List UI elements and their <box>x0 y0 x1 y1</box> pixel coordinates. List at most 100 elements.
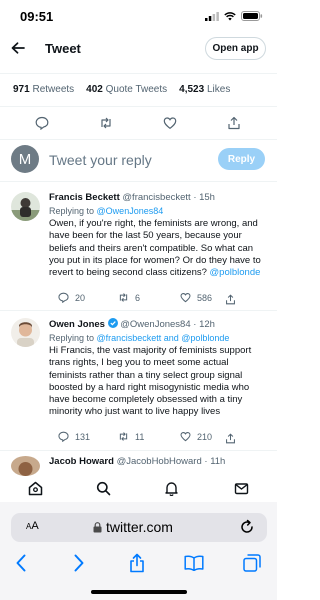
reload-icon[interactable] <box>239 519 255 535</box>
likes-count: 4,523 <box>179 84 205 95</box>
divider <box>0 450 277 451</box>
reply-action[interactable]: 131 <box>58 431 90 442</box>
author-name[interactable]: Owen Jones <box>49 319 105 330</box>
twitter-tab-bar <box>0 476 277 502</box>
replying-to-link[interactable]: @OwenJones84 <box>97 206 164 216</box>
likes-stat[interactable]: 4,523 Likes <box>179 84 230 95</box>
retweet-count: 11 <box>135 431 145 442</box>
share-icon <box>226 294 235 305</box>
tab-search[interactable] <box>95 480 111 496</box>
heart-icon <box>163 117 177 130</box>
reply-tweet[interactable]: Jacob Howard @JacobHobHoward · 11h <box>0 456 277 476</box>
divider <box>0 139 277 140</box>
safari-tabs-button[interactable] <box>242 552 262 574</box>
profile-photo-icon <box>11 318 40 347</box>
address-bar[interactable]: AA twitter.com <box>11 513 267 542</box>
reply-input[interactable]: Tweet your reply <box>49 152 152 168</box>
like-action[interactable] <box>163 116 177 130</box>
messages-mail-icon <box>234 482 248 494</box>
reader-options-button[interactable]: AA <box>26 520 39 532</box>
safari-back-button[interactable] <box>11 552 31 574</box>
retweet-icon <box>119 293 128 302</box>
home-indicator <box>91 590 187 594</box>
share-icon <box>228 116 240 130</box>
safari-toolbar: AA twitter.com <box>0 502 277 600</box>
divider <box>0 310 277 311</box>
reply-action[interactable] <box>35 116 49 130</box>
tweet-actions <box>0 116 277 132</box>
reply-tweet[interactable]: Francis Beckett @francisbeckett · 15h Re… <box>0 192 277 306</box>
safari-share-button[interactable] <box>127 552 147 574</box>
back-arrow-icon <box>11 42 25 54</box>
quote-tweets-stat[interactable]: 402 Quote Tweets <box>86 84 167 95</box>
profile-photo-icon <box>11 456 40 476</box>
share-action[interactable] <box>225 431 236 449</box>
retweet-action[interactable]: 6 <box>118 292 140 303</box>
retweet-action[interactable]: 11 <box>118 431 144 442</box>
retweet-icon <box>119 432 128 441</box>
author-handle[interactable]: @JacobHobHoward <box>117 456 202 467</box>
reply-action[interactable]: 20 <box>58 292 85 303</box>
avatar[interactable] <box>11 456 40 476</box>
back-chevron-icon <box>16 554 26 572</box>
reply-header: Owen Jones @OwenJones84 · 12h <box>49 318 267 331</box>
reply-tweet[interactable]: Owen Jones @OwenJones84 · 12h Replying t… <box>0 318 277 446</box>
share-action[interactable] <box>227 116 241 130</box>
tab-messages[interactable] <box>233 480 249 496</box>
likes-label: Likes <box>206 84 231 95</box>
status-bar: 09:51 <box>0 0 277 34</box>
reply-text: Hi Francis, the vast majority of feminis… <box>49 345 252 418</box>
reply-actions: 20 6 586 <box>58 292 248 306</box>
like-count: 586 <box>197 292 213 303</box>
url-display[interactable]: twitter.com <box>93 519 173 535</box>
reply-time: · 15h <box>193 192 215 203</box>
tab-notifications[interactable] <box>163 480 179 496</box>
mention-link[interactable]: @polblonde <box>210 267 261 278</box>
back-button[interactable] <box>9 39 27 57</box>
tweet-stats: 971 Retweets 402 Quote Tweets 4,523 Like… <box>13 84 230 95</box>
reply-icon <box>35 116 49 130</box>
avatar[interactable] <box>11 192 40 221</box>
notifications-bell-icon <box>164 481 178 496</box>
like-action[interactable]: 210 <box>180 431 212 442</box>
open-app-button[interactable]: Open app <box>205 37 266 60</box>
author-handle[interactable]: @OwenJones84 <box>120 319 190 330</box>
reply-header: Francis Beckett @francisbeckett · 15h <box>49 192 267 204</box>
avatar[interactable] <box>11 318 40 347</box>
like-action[interactable]: 586 <box>180 292 212 303</box>
search-icon <box>96 481 110 495</box>
reply-count: 20 <box>75 292 86 303</box>
replying-to-link[interactable]: @francisbeckett and @polblonde <box>97 333 230 343</box>
quote-tweets-count: 402 <box>86 84 103 95</box>
replying-to: Replying to @francisbeckett and @polblon… <box>49 332 267 344</box>
page-title: Tweet <box>45 41 81 56</box>
retweets-stat[interactable]: 971 Retweets <box>13 84 74 95</box>
reply-count: 131 <box>75 431 91 442</box>
profile-photo-icon <box>11 192 40 221</box>
heart-icon <box>180 432 191 442</box>
retweets-label: Retweets <box>32 84 75 95</box>
share-action[interactable] <box>225 292 236 310</box>
retweet-action[interactable] <box>99 116 113 130</box>
tab-home[interactable] <box>27 480 43 496</box>
heart-icon <box>180 293 191 303</box>
share-icon <box>130 553 144 573</box>
reply-icon <box>58 292 69 303</box>
author-handle[interactable]: @francisbeckett <box>122 192 190 203</box>
safari-bookmarks-button[interactable] <box>184 552 204 574</box>
reply-actions: 131 11 210 <box>58 431 248 445</box>
reply-button[interactable]: Reply <box>218 148 265 170</box>
divider <box>0 181 277 182</box>
tweet-header: Tweet Open app <box>0 34 277 64</box>
status-icons <box>205 11 263 21</box>
user-avatar: M <box>11 145 39 173</box>
replying-label: Replying to <box>49 333 95 343</box>
share-icon <box>226 433 235 444</box>
cellular-signal-icon <box>205 11 219 21</box>
author-name[interactable]: Jacob Howard <box>49 456 114 467</box>
author-name[interactable]: Francis Beckett <box>49 192 120 203</box>
status-time: 09:51 <box>20 9 54 24</box>
wifi-icon <box>224 11 236 20</box>
safari-forward-button[interactable] <box>69 552 89 574</box>
reply-time: · 11h <box>204 456 226 467</box>
